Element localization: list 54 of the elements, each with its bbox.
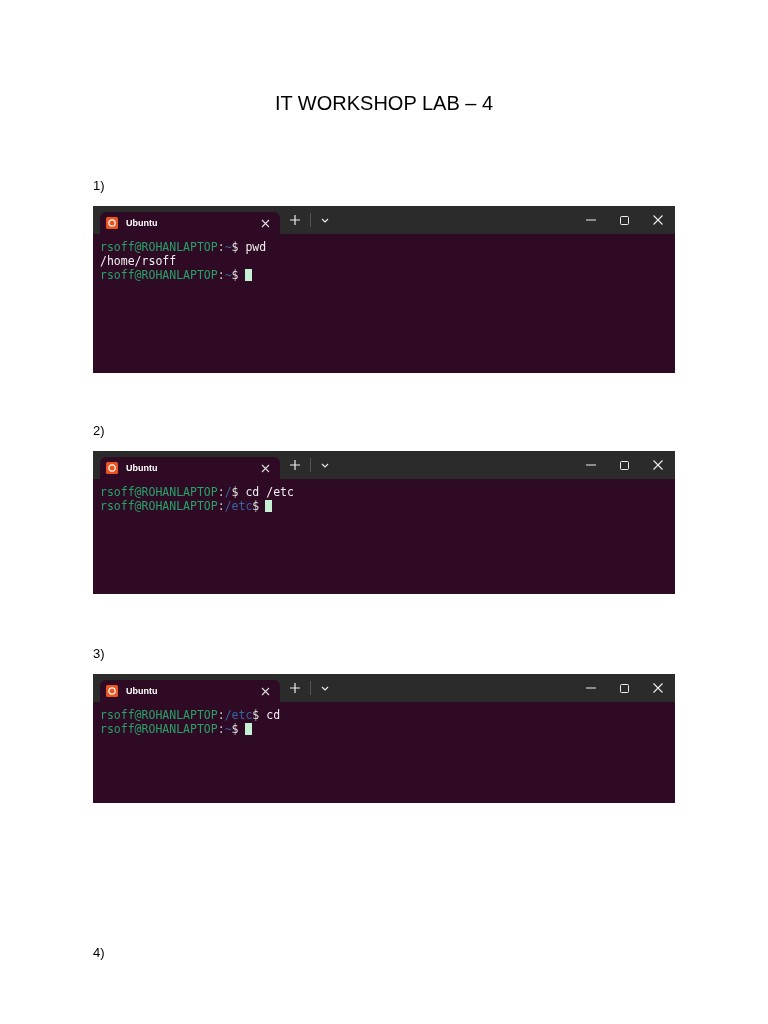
ubuntu-logo-icon [106,685,118,697]
prompt-separator: : [217,722,225,736]
prompt-separator: : [217,268,225,282]
question-number: 2) [93,423,105,439]
chevron-down-icon[interactable] [321,462,329,468]
prompt-user: rsoff@ROHANLAPTOP [100,485,218,499]
plus-icon[interactable] [290,683,300,693]
maximize-icon[interactable] [620,683,629,693]
prompt-symbol: $ [231,722,239,736]
prompt-user: rsoff@ROHANLAPTOP [100,240,218,254]
prompt-symbol: $ [231,240,239,254]
close-icon[interactable] [653,215,663,225]
question-number: 1) [93,178,105,194]
terminal-tab[interactable]: Ubuntu [100,680,280,702]
prompt-path: ~ [224,268,232,282]
prompt-user: rsoff@ROHANLAPTOP [100,268,218,282]
prompt-path: /etc [224,708,253,722]
command-text: cd [265,708,281,722]
close-icon[interactable] [261,463,270,473]
chevron-down-icon[interactable] [321,217,329,223]
maximize-icon[interactable] [620,215,629,225]
close-icon[interactable] [653,683,663,693]
prompt-separator: : [217,708,225,722]
terminal-tab[interactable]: Ubuntu [100,212,280,234]
prompt-path: ~ [224,240,232,254]
maximize-icon[interactable] [620,460,629,470]
prompt-separator: : [217,240,225,254]
prompt-user: rsoff@ROHANLAPTOP [100,499,218,513]
ubuntu-logo-icon [106,462,118,474]
terminal-tab[interactable]: Ubuntu [100,457,280,479]
prompt-symbol: $ [231,485,239,499]
question-number: 3) [93,646,105,662]
page-title: IT WORKSHOP LAB – 4 [273,91,495,116]
close-icon[interactable] [261,686,270,696]
prompt-symbol: $ [252,708,260,722]
prompt-separator: : [217,499,225,513]
plus-icon[interactable] [290,460,300,470]
prompt-path: ~ [224,722,232,736]
close-icon[interactable] [653,460,663,470]
question-number: 4) [93,945,105,961]
output-text: /home/rsoff [100,254,177,268]
close-icon[interactable] [261,218,270,228]
prompt-user: rsoff@ROHANLAPTOP [100,708,218,722]
prompt-symbol: $ [231,268,239,282]
prompt-path: / [224,485,232,499]
prompt-user: rsoff@ROHANLAPTOP [100,722,218,736]
prompt-separator: : [217,485,225,499]
ubuntu-logo-icon [106,217,118,229]
prompt-path: /etc [224,499,253,513]
chevron-down-icon[interactable] [321,685,329,691]
plus-icon[interactable] [290,215,300,225]
command-text: cd /etc [244,485,294,499]
prompt-symbol: $ [252,499,260,513]
command-text: pwd [244,240,267,254]
